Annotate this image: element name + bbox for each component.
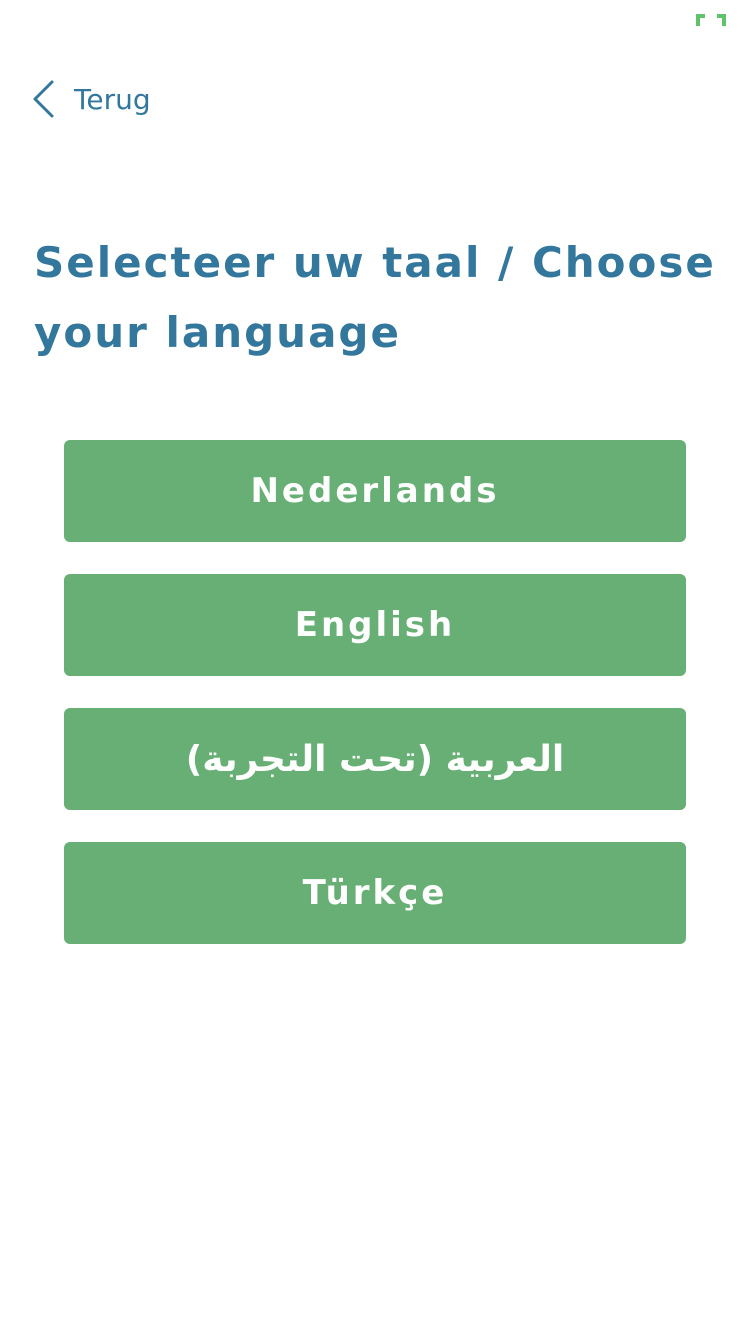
language-list: Nederlands English العربية (تحت التجربة)… bbox=[64, 440, 686, 976]
language-button-arabic[interactable]: العربية (تحت التجربة) bbox=[64, 708, 686, 810]
back-label: Terug bbox=[74, 82, 151, 116]
language-button-dutch[interactable]: Nederlands bbox=[64, 440, 686, 542]
language-button-turkish[interactable]: Türkçe bbox=[64, 842, 686, 944]
back-button[interactable]: Terug bbox=[30, 76, 151, 122]
page-title: Selecteer uw taal / Choose your language bbox=[34, 238, 716, 357]
fullscreen-icon bbox=[695, 12, 727, 28]
chevron-left-icon bbox=[33, 80, 54, 118]
language-button-english[interactable]: English bbox=[64, 574, 686, 676]
